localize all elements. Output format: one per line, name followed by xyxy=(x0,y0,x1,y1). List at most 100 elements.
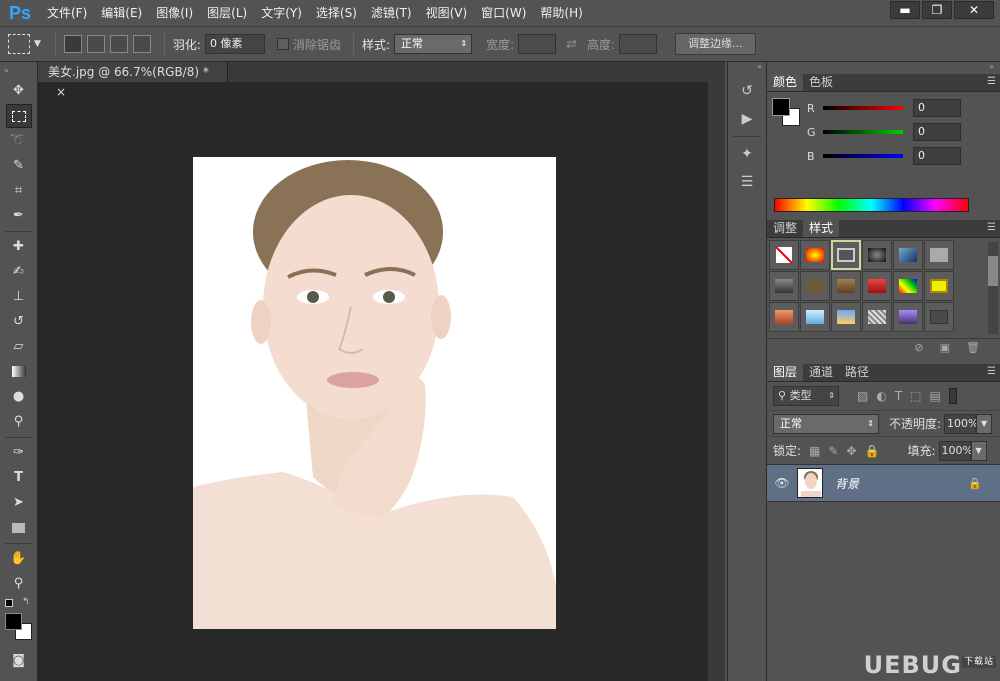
shape-filter-icon[interactable]: ⬚ xyxy=(910,389,921,403)
pixel-filter-icon[interactable]: ▨ xyxy=(857,389,868,403)
new-style-icon[interactable]: ▣ xyxy=(940,339,950,356)
default-colors-icon[interactable] xyxy=(5,599,13,607)
marquee-tool-icon[interactable] xyxy=(5,104,32,128)
green-value-input[interactable]: 0 xyxy=(913,123,961,141)
lock-transparent-icon[interactable]: ▦ xyxy=(809,444,820,458)
lock-all-icon[interactable]: 🔒 xyxy=(865,444,880,458)
lock-image-icon[interactable]: ✎ xyxy=(828,444,838,458)
brush-presets-icon[interactable]: ✦ xyxy=(735,143,759,165)
pen-tool-icon[interactable]: ✑ xyxy=(6,441,32,465)
actions-panel-icon[interactable]: ▶ xyxy=(735,108,759,130)
opacity-input[interactable]: 100% xyxy=(944,413,979,434)
brush-tool-icon[interactable]: ✍ xyxy=(6,260,32,284)
style-swatch[interactable] xyxy=(924,302,954,332)
refine-edge-button[interactable]: 调整边缘... xyxy=(675,33,756,55)
menu-view[interactable]: 视图(V) xyxy=(419,0,475,26)
tab-swatches[interactable]: 色板 xyxy=(803,74,839,91)
healing-brush-tool-icon[interactable]: ✚ xyxy=(6,235,32,259)
hand-tool-icon[interactable]: ✋ xyxy=(6,547,32,571)
style-select[interactable]: 正常 ⇕ xyxy=(394,34,473,54)
style-swatch[interactable] xyxy=(924,271,954,301)
menu-help[interactable]: 帮助(H) xyxy=(533,0,589,26)
document-scrollbar[interactable] xyxy=(708,82,725,681)
gradient-tool-icon[interactable] xyxy=(6,360,32,384)
chevron-down-icon[interactable]: ▼ xyxy=(34,39,41,49)
subtract-from-selection-icon[interactable] xyxy=(109,35,128,53)
menu-window[interactable]: 窗口(W) xyxy=(474,0,533,26)
type-tool-icon[interactable]: T xyxy=(6,466,32,490)
height-input[interactable] xyxy=(619,34,658,54)
style-swatch[interactable] xyxy=(893,240,923,270)
tab-paths[interactable]: 路径 xyxy=(839,364,875,381)
zoom-tool-icon[interactable]: ⚲ xyxy=(6,572,32,596)
crop-tool-icon[interactable]: ⌗ xyxy=(6,179,32,203)
trash-icon[interactable]: 🗑 xyxy=(966,339,980,356)
lasso-tool-icon[interactable]: ➰ xyxy=(6,129,32,153)
styles-scroll-thumb[interactable] xyxy=(988,256,998,286)
menu-file[interactable]: 文件(F) xyxy=(40,0,94,26)
style-swatch[interactable] xyxy=(831,271,861,301)
clear-style-icon[interactable]: ⊘ xyxy=(914,339,923,356)
adjustment-filter-icon[interactable]: ◐ xyxy=(876,389,886,403)
style-swatch[interactable] xyxy=(800,271,830,301)
dodge-tool-icon[interactable]: ⚲ xyxy=(6,410,32,434)
properties-panel-icon[interactable]: ☰ xyxy=(735,171,759,193)
style-swatch[interactable] xyxy=(893,302,923,332)
eraser-tool-icon[interactable]: ▱ xyxy=(6,335,32,359)
tab-styles[interactable]: 样式 xyxy=(803,220,840,237)
new-selection-icon[interactable] xyxy=(63,35,82,53)
opacity-dropdown[interactable]: ▼ xyxy=(976,413,993,434)
swap-dimensions-icon[interactable]: ⇄ xyxy=(566,37,577,52)
red-slider[interactable] xyxy=(823,106,903,110)
quick-mask-icon[interactable]: ◙ xyxy=(6,649,32,673)
tab-adjustments[interactable]: 调整 xyxy=(767,220,803,237)
blend-mode-select[interactable]: 正常 ⇕ xyxy=(773,413,879,434)
style-swatch[interactable] xyxy=(924,240,954,270)
tab-channels[interactable]: 通道 xyxy=(803,364,839,381)
layer-row[interactable]: 👁 背景 🔒 xyxy=(767,464,1000,502)
fill-input[interactable]: 100% xyxy=(938,440,973,461)
width-input[interactable] xyxy=(518,34,557,54)
eye-icon[interactable]: 👁 xyxy=(767,476,797,490)
type-filter-icon[interactable]: T xyxy=(895,389,902,403)
panel-menu-icon[interactable]: ☰ xyxy=(987,366,996,377)
filter-toggle[interactable] xyxy=(948,388,957,404)
tab-layers[interactable]: 图层 xyxy=(767,364,804,381)
restore-button[interactable]: ❐ xyxy=(922,1,952,19)
document-tab[interactable]: 美女.jpg @ 66.7%(RGB/8) * × xyxy=(38,62,228,99)
style-swatch[interactable] xyxy=(831,240,861,270)
swap-colors-icon[interactable]: ↰ xyxy=(22,597,30,607)
collapse-panels-icon[interactable]: « xyxy=(728,62,766,74)
menu-layer[interactable]: 图层(L) xyxy=(200,0,254,26)
style-swatch[interactable] xyxy=(769,271,799,301)
green-slider[interactable] xyxy=(823,130,903,134)
tab-color[interactable]: 颜色 xyxy=(767,74,804,91)
style-swatch[interactable] xyxy=(800,302,830,332)
style-swatch[interactable] xyxy=(862,302,892,332)
feather-input[interactable]: 0 像素 xyxy=(204,34,265,54)
rectangle-tool-icon[interactable] xyxy=(6,516,32,540)
antialias-checkbox[interactable] xyxy=(276,38,289,50)
canvas-image[interactable] xyxy=(193,157,556,629)
marquee-tool-preset-icon[interactable] xyxy=(8,34,30,54)
style-swatch[interactable] xyxy=(893,271,923,301)
panel-menu-icon[interactable]: ☰ xyxy=(987,76,996,87)
layer-filter-select[interactable]: ⚲ 类型 ⇕ xyxy=(773,386,839,406)
quick-selection-tool-icon[interactable]: ✎ xyxy=(6,154,32,178)
style-swatch[interactable] xyxy=(862,271,892,301)
path-selection-tool-icon[interactable]: ➤ xyxy=(6,491,32,515)
foreground-color-chip[interactable] xyxy=(772,98,790,116)
style-none[interactable] xyxy=(769,240,799,270)
panel-menu-icon[interactable]: ☰ xyxy=(987,222,996,233)
smart-object-filter-icon[interactable]: ▤ xyxy=(930,389,941,403)
close-button[interactable]: ✕ xyxy=(954,1,994,19)
style-swatch[interactable] xyxy=(862,240,892,270)
collapse-right-panels-icon[interactable]: » xyxy=(767,62,1000,74)
menu-image[interactable]: 图像(I) xyxy=(149,0,200,26)
lock-position-icon[interactable]: ✥ xyxy=(846,444,856,458)
clone-stamp-tool-icon[interactable]: ⊥ xyxy=(6,285,32,309)
color-spectrum-bar[interactable] xyxy=(774,198,969,212)
eyedropper-tool-icon[interactable]: ✒ xyxy=(6,204,32,228)
menu-edit[interactable]: 编辑(E) xyxy=(94,0,149,26)
move-tool-icon[interactable]: ✥ xyxy=(6,79,32,103)
